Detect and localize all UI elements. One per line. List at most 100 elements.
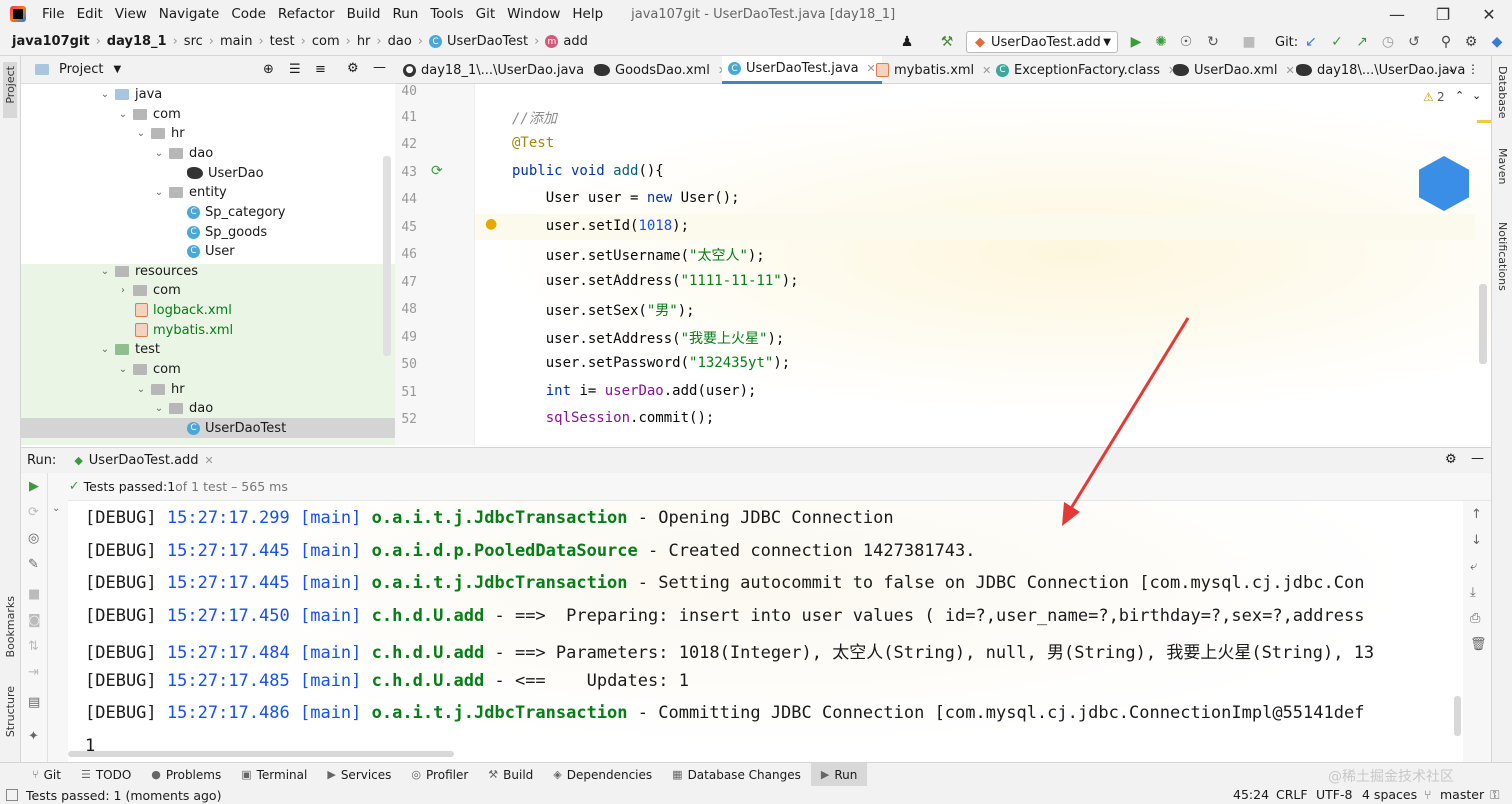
collapse-all-icon[interactable]: ≡ (315, 62, 326, 77)
hide-panel-icon[interactable]: — (373, 60, 386, 75)
settings-gear-icon[interactable]: ⚙ (1462, 33, 1480, 51)
tree-node-userdao[interactable]: UserDao (187, 163, 264, 183)
tree-node-sp-category[interactable]: C Sp_category (187, 202, 285, 222)
warning-icon[interactable]: ⚠ (1423, 90, 1434, 104)
tab-mybatis-xml[interactable]: mybatis.xml ✕ (870, 56, 997, 84)
profile-icon[interactable]: ↻ (1204, 33, 1222, 51)
tab-database-changes[interactable]: ▦ Database Changes (662, 763, 811, 787)
stop-icon[interactable]: ■ (1240, 33, 1258, 51)
tabs-dropdown-icon[interactable]: ⌄ (1447, 62, 1456, 75)
menu-tools[interactable]: Tools (424, 6, 469, 22)
tab-exceptionfactory-class[interactable]: CExceptionFactory.class✕ (990, 56, 1183, 84)
run-config-select[interactable]: ◆ UserDaoTest.add ▼ (966, 31, 1118, 53)
warning-count[interactable]: 2 (1437, 90, 1445, 104)
tab-goodsdao-xml[interactable]: GoodsDao.xml✕ (588, 56, 733, 84)
menu-file[interactable]: File (36, 6, 71, 22)
menu-window[interactable]: Window (501, 6, 566, 22)
tab-dependencies[interactable]: ◈ Dependencies (543, 763, 662, 787)
print-icon[interactable]: ⎙ (1470, 611, 1480, 626)
line-separator[interactable]: CRLF (1276, 787, 1308, 802)
arrow-up-icon[interactable]: ↑ (1471, 507, 1482, 522)
trash-icon[interactable]: 🗑 (1470, 637, 1487, 652)
chevron-down-icon[interactable]: ⌄ (1472, 89, 1481, 102)
close-icon[interactable]: ✕ (1466, 0, 1512, 28)
cursor-position[interactable]: 45:24 (1233, 787, 1269, 802)
minimize-icon[interactable]: — (1374, 0, 1420, 28)
plugin-icon[interactable]: ◆ (1488, 33, 1506, 51)
maximize-icon[interactable]: ❐ (1420, 0, 1466, 28)
tree-node-test-com[interactable]: ⌄ com (117, 359, 181, 379)
stop-icon[interactable]: ■ (28, 587, 40, 602)
expand-all-icon[interactable]: ☰ (289, 62, 301, 77)
tree-node-res-com[interactable]: › com (117, 280, 181, 300)
breadcrumb-src[interactable]: src (184, 34, 203, 49)
tree-node-test-dao[interactable]: ⌄ dao (153, 398, 213, 418)
tree-node-userdaotest[interactable]: C UserDaoTest (187, 418, 286, 438)
menu-view[interactable]: View (109, 6, 153, 22)
chevron-down-icon[interactable]: ⌄ (52, 503, 60, 514)
maven-tool-label[interactable]: Maven (1496, 148, 1509, 184)
git-update-icon[interactable]: ↙ (1302, 33, 1320, 51)
tree-node-user[interactable]: C User (187, 241, 235, 261)
debug-icon[interactable]: ✺ (1152, 33, 1170, 51)
menu-help[interactable]: Help (566, 6, 609, 22)
tree-node-java[interactable]: ⌄ java (99, 84, 162, 104)
lock-icon[interactable]: ⚿ (1490, 787, 1500, 803)
more-options-icon[interactable]: ⋮ (1467, 62, 1479, 76)
sort-icon[interactable]: ⇅ (28, 639, 39, 654)
search-icon[interactable]: ⚲ (1437, 33, 1455, 51)
bookmarks-tool-label[interactable]: Bookmarks (4, 596, 17, 657)
git-commit-icon[interactable]: ✓ (1328, 33, 1346, 51)
breadcrumb-test[interactable]: test (270, 34, 295, 49)
rerun-failed-icon[interactable]: ⟳ (28, 505, 39, 520)
tree-node-test-hr[interactable]: ⌄ hr (135, 379, 185, 399)
menu-refactor[interactable]: Refactor (272, 6, 341, 22)
menu-git[interactable]: Git (470, 6, 502, 22)
tree-node-hr[interactable]: ⌄ hr (135, 123, 185, 143)
rollback-icon[interactable]: ↺ (1405, 33, 1423, 51)
git-push-icon[interactable]: ↗ (1353, 33, 1371, 51)
tree-node-mybatis-xml[interactable]: mybatis.xml (135, 320, 233, 340)
rerun-icon[interactable]: ▶ (29, 479, 39, 494)
status-toggle-icon[interactable] (6, 789, 18, 801)
database-tool-label[interactable]: Database (1496, 66, 1509, 119)
menu-run[interactable]: Run (386, 6, 424, 22)
user-icon[interactable]: ♟ (898, 33, 916, 51)
tree-node-test[interactable]: ⌄ test (99, 339, 160, 359)
run-tab[interactable]: UserDaoTest.add (89, 453, 199, 468)
soft-wrap-icon[interactable]: ⤶ (1470, 559, 1477, 574)
arrow-down-icon[interactable]: ↓ (1471, 533, 1482, 548)
menu-edit[interactable]: Edit (71, 6, 109, 22)
project-tool-label[interactable]: Project (4, 66, 17, 104)
layout-icon[interactable]: ▤ (28, 695, 40, 710)
lightbulb-icon[interactable]: ● (485, 216, 497, 232)
tree-node-com[interactable]: ⌄ com (117, 104, 181, 124)
tab-run[interactable]: ▶ Run (810, 762, 868, 787)
tab-build[interactable]: ⚒ Build (478, 763, 543, 787)
camera-icon[interactable]: ◙ (28, 613, 41, 628)
tab-todo[interactable]: ☰ TODO (71, 763, 141, 787)
indent-setting[interactable]: 4 spaces (1362, 787, 1417, 802)
project-view-title[interactable]: Project (59, 62, 103, 77)
tab-git[interactable]: ⑂ Git (22, 763, 71, 787)
breadcrumb-module[interactable]: day18_1 (107, 34, 167, 49)
breadcrumb-project[interactable]: java107git (12, 34, 90, 49)
tab-day18-userdao-java[interactable]: day18\...\UserDao.java (1290, 56, 1471, 84)
breadcrumb-method[interactable]: add (563, 34, 587, 49)
tab-problems[interactable]: ● Problems (141, 763, 231, 787)
breadcrumb-dao[interactable]: dao (388, 34, 412, 49)
settings-gear-icon[interactable]: ⚙ (1445, 452, 1457, 467)
build-hammer-icon[interactable]: ⚒ (938, 33, 956, 51)
project-scrollbar[interactable] (383, 156, 391, 356)
wrench-icon[interactable]: ✎ (28, 557, 39, 572)
tree-node-logback[interactable]: logback.xml (135, 300, 232, 320)
coverage-icon[interactable]: ☉ (1177, 33, 1195, 51)
tree-node-dao[interactable]: ⌄ dao (153, 143, 213, 163)
pin-icon[interactable]: ✦ (28, 729, 39, 744)
hide-panel-icon[interactable]: — (1471, 451, 1484, 466)
console-vertical-scrollbar[interactable] (1454, 696, 1461, 736)
tab-userdaotest-java[interactable]: C UserDaoTest.java ✕ (722, 56, 882, 84)
close-icon[interactable]: ✕ (205, 454, 214, 467)
editor-scrollbar[interactable] (1479, 284, 1487, 364)
locate-icon[interactable]: ⊕ (263, 62, 274, 77)
